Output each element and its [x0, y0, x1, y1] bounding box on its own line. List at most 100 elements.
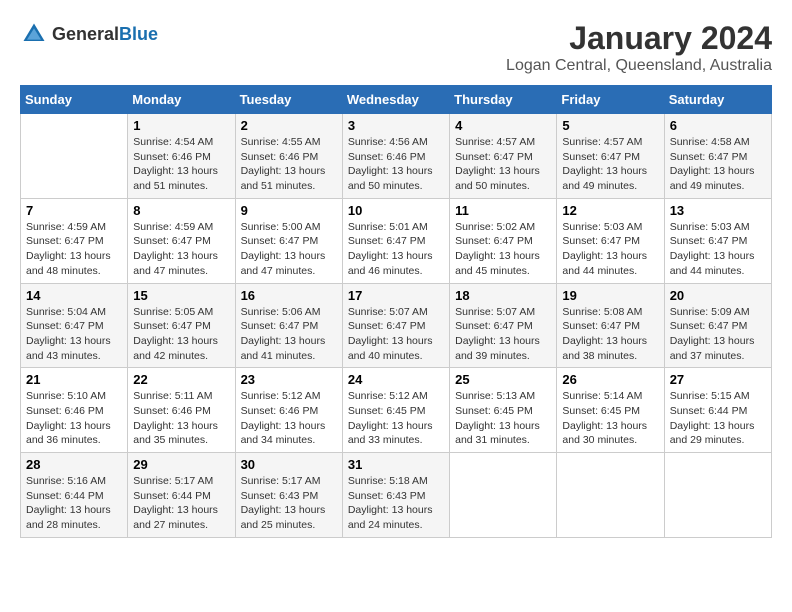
- day-number: 28: [26, 457, 122, 472]
- cell-info: Sunrise: 5:07 AM Sunset: 6:47 PM Dayligh…: [455, 305, 551, 364]
- calendar-cell: 7 Sunrise: 4:59 AM Sunset: 6:47 PM Daylig…: [21, 198, 128, 283]
- cell-info: Sunrise: 5:00 AM Sunset: 6:47 PM Dayligh…: [241, 220, 337, 279]
- cell-info: Sunrise: 5:03 AM Sunset: 6:47 PM Dayligh…: [562, 220, 658, 279]
- day-number: 26: [562, 372, 658, 387]
- day-number: 7: [26, 203, 122, 218]
- day-number: 9: [241, 203, 337, 218]
- cell-info: Sunrise: 5:13 AM Sunset: 6:45 PM Dayligh…: [455, 389, 551, 448]
- cell-info: Sunrise: 5:09 AM Sunset: 6:47 PM Dayligh…: [670, 305, 766, 364]
- day-number: 3: [348, 118, 444, 133]
- cell-info: Sunrise: 5:07 AM Sunset: 6:47 PM Dayligh…: [348, 305, 444, 364]
- calendar-cell: 3 Sunrise: 4:56 AM Sunset: 6:46 PM Daylig…: [342, 114, 449, 199]
- cell-info: Sunrise: 5:06 AM Sunset: 6:47 PM Dayligh…: [241, 305, 337, 364]
- header-cell-monday: Monday: [128, 86, 235, 114]
- cell-info: Sunrise: 4:57 AM Sunset: 6:47 PM Dayligh…: [455, 135, 551, 194]
- day-number: 31: [348, 457, 444, 472]
- calendar-cell: [450, 453, 557, 538]
- day-number: 8: [133, 203, 229, 218]
- cell-info: Sunrise: 5:15 AM Sunset: 6:44 PM Dayligh…: [670, 389, 766, 448]
- cell-info: Sunrise: 5:02 AM Sunset: 6:47 PM Dayligh…: [455, 220, 551, 279]
- cell-info: Sunrise: 5:10 AM Sunset: 6:46 PM Dayligh…: [26, 389, 122, 448]
- title-area: January 2024 Logan Central, Queensland, …: [506, 20, 772, 75]
- cell-info: Sunrise: 5:17 AM Sunset: 6:43 PM Dayligh…: [241, 474, 337, 533]
- logo-icon: [20, 20, 48, 48]
- day-number: 27: [670, 372, 766, 387]
- calendar-cell: 12 Sunrise: 5:03 AM Sunset: 6:47 PM Dayli…: [557, 198, 664, 283]
- calendar-cell: 20Sunrise: 5:09 AM Sunset: 6:47 PM Dayli…: [664, 283, 771, 368]
- day-number: 11: [455, 203, 551, 218]
- day-number: 6: [670, 118, 766, 133]
- calendar-cell: 6 Sunrise: 4:58 AM Sunset: 6:47 PM Daylig…: [664, 114, 771, 199]
- month-title: January 2024: [506, 20, 772, 57]
- day-number: 29: [133, 457, 229, 472]
- calendar-week-row: 14 Sunrise: 5:04 AM Sunset: 6:47 PM Dayli…: [21, 283, 772, 368]
- cell-info: Sunrise: 5:16 AM Sunset: 6:44 PM Dayligh…: [26, 474, 122, 533]
- logo: GeneralBlue: [20, 20, 158, 48]
- cell-info: Sunrise: 4:59 AM Sunset: 6:47 PM Dayligh…: [26, 220, 122, 279]
- cell-info: Sunrise: 4:56 AM Sunset: 6:46 PM Dayligh…: [348, 135, 444, 194]
- day-number: 12: [562, 203, 658, 218]
- cell-info: Sunrise: 4:58 AM Sunset: 6:47 PM Dayligh…: [670, 135, 766, 194]
- cell-info: Sunrise: 4:55 AM Sunset: 6:46 PM Dayligh…: [241, 135, 337, 194]
- cell-info: Sunrise: 5:08 AM Sunset: 6:47 PM Dayligh…: [562, 305, 658, 364]
- day-number: 24: [348, 372, 444, 387]
- day-number: 18: [455, 288, 551, 303]
- calendar-cell: 25Sunrise: 5:13 AM Sunset: 6:45 PM Dayli…: [450, 368, 557, 453]
- calendar-cell: 5 Sunrise: 4:57 AM Sunset: 6:47 PM Daylig…: [557, 114, 664, 199]
- calendar-table: SundayMondayTuesdayWednesdayThursdayFrid…: [20, 85, 772, 538]
- header-cell-friday: Friday: [557, 86, 664, 114]
- day-number: 15: [133, 288, 229, 303]
- calendar-cell: 16 Sunrise: 5:06 AM Sunset: 6:47 PM Dayli…: [235, 283, 342, 368]
- calendar-cell: [557, 453, 664, 538]
- header-cell-saturday: Saturday: [664, 86, 771, 114]
- day-number: 5: [562, 118, 658, 133]
- calendar-cell: 10 Sunrise: 5:01 AM Sunset: 6:47 PM Dayli…: [342, 198, 449, 283]
- day-number: 19: [562, 288, 658, 303]
- day-number: 16: [241, 288, 337, 303]
- day-number: 30: [241, 457, 337, 472]
- cell-info: Sunrise: 4:57 AM Sunset: 6:47 PM Dayligh…: [562, 135, 658, 194]
- calendar-cell: 2 Sunrise: 4:55 AM Sunset: 6:46 PM Daylig…: [235, 114, 342, 199]
- day-number: 14: [26, 288, 122, 303]
- cell-info: Sunrise: 4:59 AM Sunset: 6:47 PM Dayligh…: [133, 220, 229, 279]
- cell-info: Sunrise: 5:11 AM Sunset: 6:46 PM Dayligh…: [133, 389, 229, 448]
- cell-info: Sunrise: 5:12 AM Sunset: 6:45 PM Dayligh…: [348, 389, 444, 448]
- day-number: 10: [348, 203, 444, 218]
- calendar-cell: 8 Sunrise: 4:59 AM Sunset: 6:47 PM Daylig…: [128, 198, 235, 283]
- calendar-cell: 4Sunrise: 4:57 AM Sunset: 6:47 PM Daylig…: [450, 114, 557, 199]
- location-title: Logan Central, Queensland, Australia: [506, 57, 772, 75]
- header-cell-wednesday: Wednesday: [342, 86, 449, 114]
- calendar-cell: 29 Sunrise: 5:17 AM Sunset: 6:44 PM Dayli…: [128, 453, 235, 538]
- calendar-body: 1 Sunrise: 4:54 AM Sunset: 6:46 PM Daylig…: [21, 114, 772, 538]
- header-cell-thursday: Thursday: [450, 86, 557, 114]
- cell-info: Sunrise: 5:04 AM Sunset: 6:47 PM Dayligh…: [26, 305, 122, 364]
- day-number: 22: [133, 372, 229, 387]
- calendar-cell: 30 Sunrise: 5:17 AM Sunset: 6:43 PM Dayli…: [235, 453, 342, 538]
- cell-info: Sunrise: 5:14 AM Sunset: 6:45 PM Dayligh…: [562, 389, 658, 448]
- calendar-cell: [21, 114, 128, 199]
- calendar-week-row: 21Sunrise: 5:10 AM Sunset: 6:46 PM Dayli…: [21, 368, 772, 453]
- day-number: 2: [241, 118, 337, 133]
- calendar-week-row: 28 Sunrise: 5:16 AM Sunset: 6:44 PM Dayli…: [21, 453, 772, 538]
- calendar-cell: 17 Sunrise: 5:07 AM Sunset: 6:47 PM Dayli…: [342, 283, 449, 368]
- calendar-cell: 19 Sunrise: 5:08 AM Sunset: 6:47 PM Dayli…: [557, 283, 664, 368]
- calendar-cell: 31Sunrise: 5:18 AM Sunset: 6:43 PM Dayli…: [342, 453, 449, 538]
- calendar-cell: 15 Sunrise: 5:05 AM Sunset: 6:47 PM Dayli…: [128, 283, 235, 368]
- calendar-cell: 23 Sunrise: 5:12 AM Sunset: 6:46 PM Dayli…: [235, 368, 342, 453]
- calendar-cell: 13Sunrise: 5:03 AM Sunset: 6:47 PM Dayli…: [664, 198, 771, 283]
- calendar-cell: 9 Sunrise: 5:00 AM Sunset: 6:47 PM Daylig…: [235, 198, 342, 283]
- calendar-cell: 28 Sunrise: 5:16 AM Sunset: 6:44 PM Dayli…: [21, 453, 128, 538]
- cell-info: Sunrise: 5:01 AM Sunset: 6:47 PM Dayligh…: [348, 220, 444, 279]
- cell-info: Sunrise: 5:05 AM Sunset: 6:47 PM Dayligh…: [133, 305, 229, 364]
- calendar-cell: 27 Sunrise: 5:15 AM Sunset: 6:44 PM Dayli…: [664, 368, 771, 453]
- day-number: 1: [133, 118, 229, 133]
- cell-info: Sunrise: 4:54 AM Sunset: 6:46 PM Dayligh…: [133, 135, 229, 194]
- cell-info: Sunrise: 5:03 AM Sunset: 6:47 PM Dayligh…: [670, 220, 766, 279]
- calendar-cell: 1 Sunrise: 4:54 AM Sunset: 6:46 PM Daylig…: [128, 114, 235, 199]
- day-number: 17: [348, 288, 444, 303]
- cell-info: Sunrise: 5:17 AM Sunset: 6:44 PM Dayligh…: [133, 474, 229, 533]
- header-cell-sunday: Sunday: [21, 86, 128, 114]
- calendar-header-row: SundayMondayTuesdayWednesdayThursdayFrid…: [21, 86, 772, 114]
- day-number: 23: [241, 372, 337, 387]
- cell-info: Sunrise: 5:12 AM Sunset: 6:46 PM Dayligh…: [241, 389, 337, 448]
